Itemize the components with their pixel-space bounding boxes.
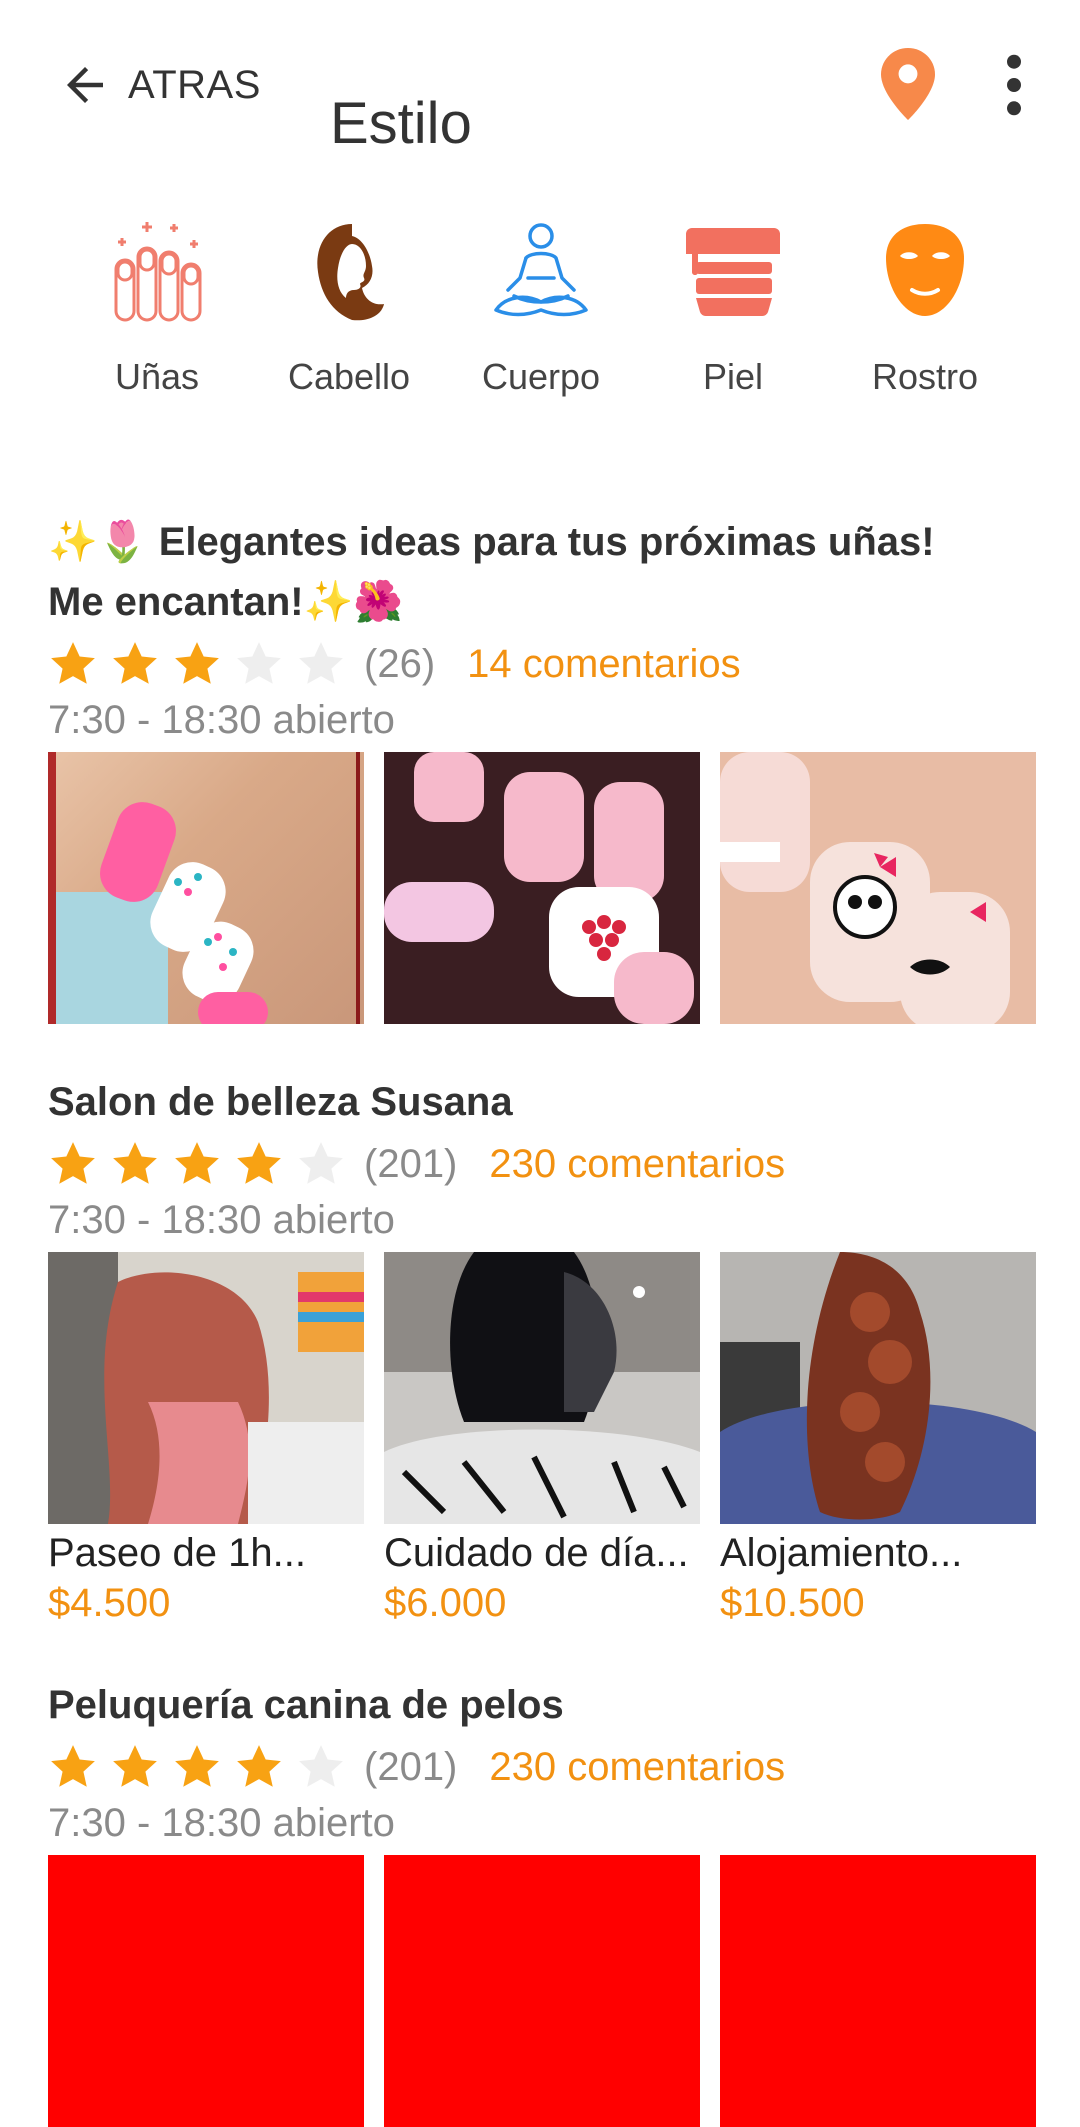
rating-row: (201) 230 comentarios xyxy=(48,1136,1038,1192)
service-price: $6.000 xyxy=(384,1581,507,1625)
section-title-line-2: Me encantan!✨🌺 xyxy=(48,580,404,624)
star-icon xyxy=(51,1142,95,1184)
nails-icon xyxy=(114,222,202,322)
hair-photo-2[interactable] xyxy=(384,1252,700,1524)
star-icon xyxy=(113,1745,157,1787)
cream-jar-icon xyxy=(686,228,780,317)
star-icon xyxy=(237,1745,281,1787)
category-label: Uñas xyxy=(114,356,200,397)
rating-count: (201) xyxy=(364,1141,458,1186)
placeholder-photo-3[interactable] xyxy=(720,1855,1036,2127)
opening-hours: 7:30 - 18:30 abierto xyxy=(48,698,395,742)
star-icon xyxy=(51,642,95,684)
star-icon xyxy=(113,642,157,684)
comments-link[interactable]: 230 comentarios xyxy=(489,1745,785,1790)
service-list: Paseo de 1h... $4.500 Cuidado de día... … xyxy=(48,1252,1038,1628)
star-rating xyxy=(48,639,358,689)
star-empty-icon xyxy=(299,642,343,684)
star-empty-icon xyxy=(299,1142,343,1184)
service-price: $10.500 xyxy=(720,1581,865,1625)
placeholder-photo-2[interactable] xyxy=(384,1855,700,2127)
section-title: Salon de belleza Susana xyxy=(48,1080,513,1124)
hair-photo-3[interactable] xyxy=(720,1252,1036,1524)
back-button[interactable]: ATRAS xyxy=(58,52,261,118)
rating-row: (26) 14 comentarios xyxy=(48,636,1038,692)
post-card-nails[interactable]: ✨🌷 Elegantes ideas para tus próximas uña… xyxy=(48,512,1038,1024)
opening-hours: 7:30 - 18:30 abierto xyxy=(48,1801,395,1845)
service-price: $4.500 xyxy=(48,1581,171,1625)
photo-strip xyxy=(48,752,1038,1024)
star-icon xyxy=(175,1745,219,1787)
nail-photo-2[interactable] xyxy=(384,752,700,1024)
star-icon xyxy=(237,1142,281,1184)
nail-photo-3[interactable] xyxy=(720,752,1036,1024)
hair-photo-1[interactable] xyxy=(48,1252,364,1524)
star-icon xyxy=(113,1142,157,1184)
service-name: Alojamiento... xyxy=(720,1531,963,1575)
star-rating xyxy=(48,1139,358,1189)
category-label: Cabello xyxy=(287,356,411,397)
rating-count: (26) xyxy=(364,641,436,686)
category-piel[interactable]: Piel xyxy=(643,210,823,398)
service-item[interactable]: Paseo de 1h... $4.500 xyxy=(48,1252,364,1628)
category-rostro[interactable]: Rostro xyxy=(835,210,1015,398)
section-title: Peluquería canina de pelos xyxy=(48,1683,564,1727)
arrow-left-icon xyxy=(67,67,103,103)
star-empty-icon xyxy=(237,642,281,684)
section-title-line-1: ✨🌷 Elegantes ideas para tus próximas uña… xyxy=(48,520,935,564)
meditation-icon xyxy=(494,223,588,317)
section-title: ✨🌷 Elegantes ideas para tus próximas uña… xyxy=(48,512,1038,632)
top-bar: ATRAS Estilo xyxy=(0,0,1080,170)
opening-hours: 7:30 - 18:30 abierto xyxy=(48,1198,395,1242)
service-name: Paseo de 1h... xyxy=(48,1531,306,1575)
star-rating xyxy=(48,1742,358,1792)
placeholder-photo-1[interactable] xyxy=(48,1855,364,2127)
business-card-salon[interactable]: Salon de belleza Susana (201) 230 coment… xyxy=(48,1072,1038,1628)
comments-link[interactable]: 230 comentarios xyxy=(489,1142,785,1187)
rating-count: (201) xyxy=(364,1744,458,1789)
business-card-peluqueria-canina[interactable]: Peluquería canina de pelos (201) 230 com… xyxy=(48,1675,1038,2127)
star-icon xyxy=(175,1142,219,1184)
category-label: Cuerpo xyxy=(481,356,601,397)
nail-photo-1[interactable] xyxy=(48,752,364,1024)
star-icon xyxy=(175,642,219,684)
category-bar: Uñas Cabello Cuerpo Piel Rostro xyxy=(0,210,1080,410)
page-title: Estilo xyxy=(330,90,472,156)
category-cabello[interactable]: Cabello xyxy=(259,210,439,398)
service-name: Cuidado de día... xyxy=(384,1531,689,1575)
category-cuerpo[interactable]: Cuerpo xyxy=(451,210,631,398)
category-label: Rostro xyxy=(871,356,979,397)
photo-strip xyxy=(48,1855,1038,2127)
category-unas[interactable]: Uñas xyxy=(67,210,247,398)
location-pin-icon[interactable] xyxy=(880,48,936,120)
more-options-icon[interactable] xyxy=(990,52,1038,118)
category-label: Piel xyxy=(702,356,764,397)
back-label: ATRAS xyxy=(128,62,261,107)
hair-profile-icon xyxy=(317,224,384,321)
service-item[interactable]: Cuidado de día... $6.000 xyxy=(384,1252,700,1628)
star-icon xyxy=(51,1745,95,1787)
star-empty-icon xyxy=(299,1745,343,1787)
face-mask-icon xyxy=(886,224,964,316)
service-item[interactable]: Alojamiento... $10.500 xyxy=(720,1252,1036,1628)
rating-row: (201) 230 comentarios xyxy=(48,1739,1038,1795)
comments-link[interactable]: 14 comentarios xyxy=(467,642,740,687)
